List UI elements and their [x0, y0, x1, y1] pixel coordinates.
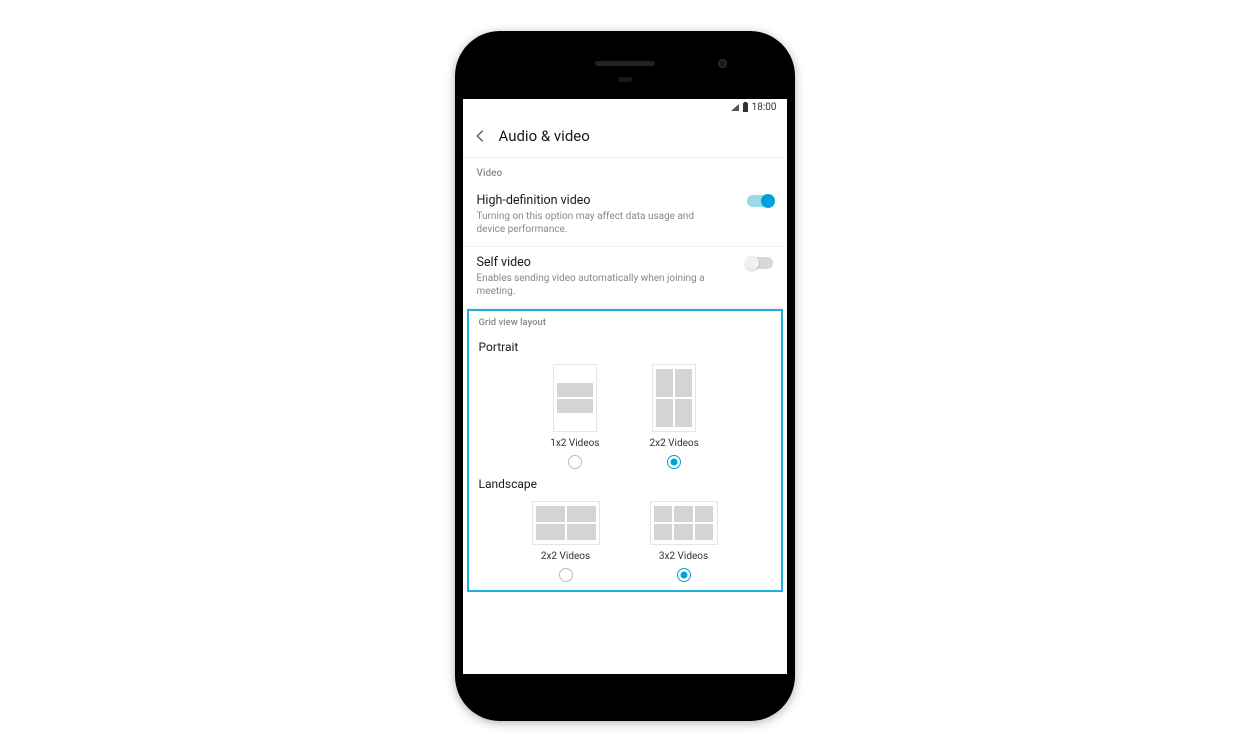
landscape-2x2-label: 2x2 Videos [541, 551, 590, 562]
landscape-options: 2x2 Videos 3x2 Videos [469, 497, 781, 582]
landscape-3x2-radio[interactable] [677, 568, 691, 582]
status-bar: 18:00 [463, 99, 787, 117]
landscape-label: Landscape [469, 469, 781, 497]
grid-section-header: Grid view layout [469, 311, 781, 332]
self-video-desc: Enables sending video automatically when… [477, 272, 773, 298]
phone-screen: 18:00 Audio & video Video High-definitio… [463, 99, 787, 674]
signal-icon [731, 104, 739, 111]
phone-bottom-bezel [463, 674, 787, 713]
grid-view-highlight: Grid view layout Portrait 1x2 Videos [467, 309, 783, 592]
portrait-2x2-label: 2x2 Videos [650, 438, 699, 449]
phone-device-frame: 18:00 Audio & video Video High-definitio… [455, 31, 795, 721]
app-bar: Audio & video [463, 117, 787, 158]
page-title: Audio & video [499, 127, 590, 145]
hd-video-desc: Turning on this option may affect data u… [477, 210, 773, 236]
landscape-2x2-option[interactable]: 2x2 Videos [532, 501, 600, 582]
speaker-grille [595, 61, 655, 66]
layout-thumb-3x2-icon [650, 501, 718, 545]
portrait-1x2-label: 1x2 Videos [550, 438, 599, 449]
landscape-3x2-option[interactable]: 3x2 Videos [650, 501, 718, 582]
video-section-header: Video [463, 158, 787, 185]
layout-thumb-1x2-icon [553, 364, 597, 432]
layout-thumb-2x2l-icon [532, 501, 600, 545]
self-video-row[interactable]: Self video Enables sending video automat… [463, 247, 787, 309]
self-video-title: Self video [477, 255, 773, 270]
self-video-toggle[interactable] [747, 257, 773, 269]
back-icon[interactable] [475, 129, 485, 143]
landscape-3x2-label: 3x2 Videos [659, 551, 708, 562]
portrait-1x2-radio[interactable] [568, 455, 582, 469]
phone-inner-frame: 18:00 Audio & video Video High-definitio… [463, 39, 787, 713]
status-time: 18:00 [752, 102, 777, 113]
sensor-notch [618, 77, 632, 82]
battery-icon [743, 103, 748, 112]
hd-video-toggle[interactable] [747, 195, 773, 207]
hd-video-row[interactable]: High-definition video Turning on this op… [463, 185, 787, 247]
phone-top-bezel [463, 39, 787, 99]
portrait-2x2-radio[interactable] [667, 455, 681, 469]
portrait-1x2-option[interactable]: 1x2 Videos [550, 364, 599, 469]
hd-video-title: High-definition video [477, 193, 773, 208]
portrait-options: 1x2 Videos 2x2 Videos [469, 360, 781, 469]
portrait-2x2-option[interactable]: 2x2 Videos [650, 364, 699, 469]
front-camera-icon [718, 59, 727, 68]
portrait-label: Portrait [469, 332, 781, 360]
layout-thumb-2x2-icon [652, 364, 696, 432]
landscape-2x2-radio[interactable] [559, 568, 573, 582]
